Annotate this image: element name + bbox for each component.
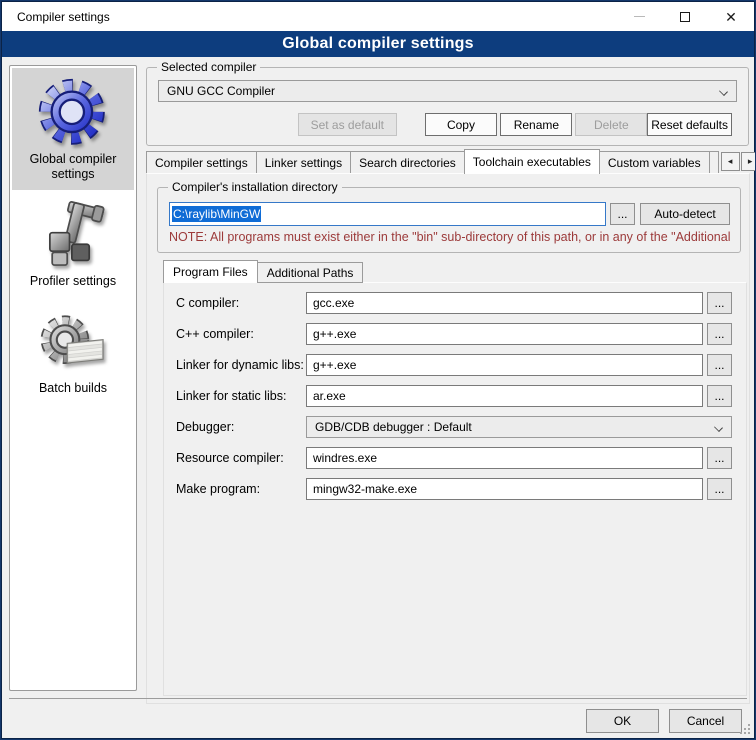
maximize-icon xyxy=(680,12,690,22)
close-button[interactable]: ✕ xyxy=(708,2,754,31)
browse-resource-compiler-button[interactable]: ... xyxy=(707,447,732,469)
window-controls: ✕ xyxy=(616,2,754,31)
page-title: Global compiler settings xyxy=(282,35,474,53)
make-program-input[interactable] xyxy=(306,478,703,500)
compiler-settings-dialog: Compiler settings ✕ Global compiler sett… xyxy=(0,0,756,740)
sidebar-item-label: Batch builds xyxy=(14,381,132,396)
debugger-select-value: GDB/CDB debugger : Default xyxy=(315,420,472,434)
sidebar-item-profiler-settings[interactable]: Profiler settings xyxy=(12,190,134,297)
reset-defaults-button[interactable]: Reset defaults xyxy=(647,113,732,136)
bin-subdirectory-note: NOTE: All programs must exist either in … xyxy=(169,230,732,244)
browse-dynamic-linker-button[interactable]: ... xyxy=(707,354,732,376)
blue-gear-icon xyxy=(36,76,110,150)
header-band: Global compiler settings xyxy=(2,31,754,57)
program-files-page: C compiler: ... C++ compiler: ... Linker… xyxy=(163,282,747,696)
dynamic-linker-input[interactable] xyxy=(306,354,703,376)
field-label: C++ compiler: xyxy=(176,327,306,341)
form-row-cpp-compiler: C++ compiler: ... xyxy=(176,323,732,345)
tab-scroll-controls: ◂ ▸ xyxy=(721,152,756,171)
field-label: Debugger: xyxy=(176,420,306,434)
tab-scroll-left-button[interactable]: ◂ xyxy=(721,152,740,171)
tab-scroll-right-button[interactable]: ▸ xyxy=(741,152,756,171)
compiler-actions: Set as default Copy Rename Delete Reset … xyxy=(158,113,732,136)
tab-additional-paths[interactable]: Additional Paths xyxy=(258,262,364,283)
tab-search-directories[interactable]: Search directories xyxy=(351,151,465,174)
sidebar-item-label: Global compiler settings xyxy=(14,152,132,182)
arrow-left-icon: ◂ xyxy=(728,156,733,167)
program-files-tabstrip: Program Files Additional Paths xyxy=(163,260,363,283)
selected-compiler-group: Selected compiler GNU GCC Compiler Set a… xyxy=(146,67,749,146)
sidebar-item-batch-builds[interactable]: Batch builds xyxy=(12,297,134,404)
installation-directory-row: C:\raylib\MinGW ... Auto-detect xyxy=(169,202,730,226)
tab-toolchain-executables[interactable]: Toolchain executables xyxy=(464,149,600,174)
compiler-select[interactable]: GNU GCC Compiler xyxy=(158,80,737,102)
settings-sidebar: Global compiler settings Profiler setti xyxy=(9,65,137,691)
cancel-button[interactable]: Cancel xyxy=(669,709,742,733)
browse-cpp-compiler-button[interactable]: ... xyxy=(707,323,732,345)
cpp-compiler-input[interactable] xyxy=(306,323,703,345)
auto-detect-button[interactable]: Auto-detect xyxy=(640,203,730,225)
tab-linker-settings[interactable]: Linker settings xyxy=(257,151,351,174)
resize-grip[interactable] xyxy=(739,723,752,736)
tab-compiler-settings[interactable]: Compiler settings xyxy=(146,151,257,174)
field-label: Linker for static libs: xyxy=(176,389,306,403)
titlebar: Compiler settings ✕ xyxy=(2,2,754,31)
batch-gear-papers-icon xyxy=(36,305,110,379)
browse-directory-button[interactable]: ... xyxy=(610,203,635,225)
installation-directory-group: Compiler's installation directory C:\ray… xyxy=(157,187,741,253)
chevron-down-icon xyxy=(719,87,728,96)
tab-program-files[interactable]: Program Files xyxy=(163,260,258,283)
installation-directory-input[interactable]: C:\raylib\MinGW xyxy=(169,202,606,226)
minimize-button[interactable] xyxy=(616,2,662,31)
form-row-c-compiler: C compiler: ... xyxy=(176,292,732,314)
profiler-caliper-icon xyxy=(36,198,110,272)
arrow-right-icon: ▸ xyxy=(748,156,753,167)
chevron-down-icon xyxy=(714,423,723,432)
form-row-static-linker: Linker for static libs: ... xyxy=(176,385,732,407)
browse-c-compiler-button[interactable]: ... xyxy=(707,292,732,314)
maximize-button[interactable] xyxy=(662,2,708,31)
minimize-icon xyxy=(634,16,645,17)
form-row-resource-compiler: Resource compiler: ... xyxy=(176,447,732,469)
field-label: C compiler: xyxy=(176,296,306,310)
tab-build-options[interactable]: Build options xyxy=(710,151,719,174)
sidebar-item-global-compiler-settings[interactable]: Global compiler settings xyxy=(12,68,134,190)
group-label: Compiler's installation directory xyxy=(168,180,342,194)
browse-make-program-button[interactable]: ... xyxy=(707,478,732,500)
debugger-select[interactable]: GDB/CDB debugger : Default xyxy=(306,416,732,438)
settings-tabstrip: Compiler settings Linker settings Search… xyxy=(146,149,750,174)
field-label: Resource compiler: xyxy=(176,451,306,465)
footer-divider xyxy=(9,698,747,699)
sidebar-item-label: Profiler settings xyxy=(14,274,132,289)
compiler-select-value: GNU GCC Compiler xyxy=(167,84,275,98)
group-label: Selected compiler xyxy=(157,60,260,74)
toolchain-executables-page: Compiler's installation directory C:\ray… xyxy=(146,173,750,704)
set-as-default-button[interactable]: Set as default xyxy=(298,113,397,136)
delete-button[interactable]: Delete xyxy=(575,113,647,136)
tab-custom-variables[interactable]: Custom variables xyxy=(600,151,710,174)
browse-static-linker-button[interactable]: ... xyxy=(707,385,732,407)
field-label: Make program: xyxy=(176,482,306,496)
selected-path-text: C:\raylib\MinGW xyxy=(172,206,261,222)
rename-button[interactable]: Rename xyxy=(500,113,572,136)
field-label: Linker for dynamic libs: xyxy=(176,358,306,372)
copy-button[interactable]: Copy xyxy=(425,113,498,136)
close-icon: ✕ xyxy=(725,10,737,24)
resource-compiler-input[interactable] xyxy=(306,447,703,469)
form-row-debugger: Debugger: GDB/CDB debugger : Default xyxy=(176,416,732,438)
window-title: Compiler settings xyxy=(2,10,110,24)
c-compiler-input[interactable] xyxy=(306,292,703,314)
ok-button[interactable]: OK xyxy=(586,709,659,733)
form-row-make-program: Make program: ... xyxy=(176,478,732,500)
static-linker-input[interactable] xyxy=(306,385,703,407)
form-row-dynamic-linker: Linker for dynamic libs: ... xyxy=(176,354,732,376)
